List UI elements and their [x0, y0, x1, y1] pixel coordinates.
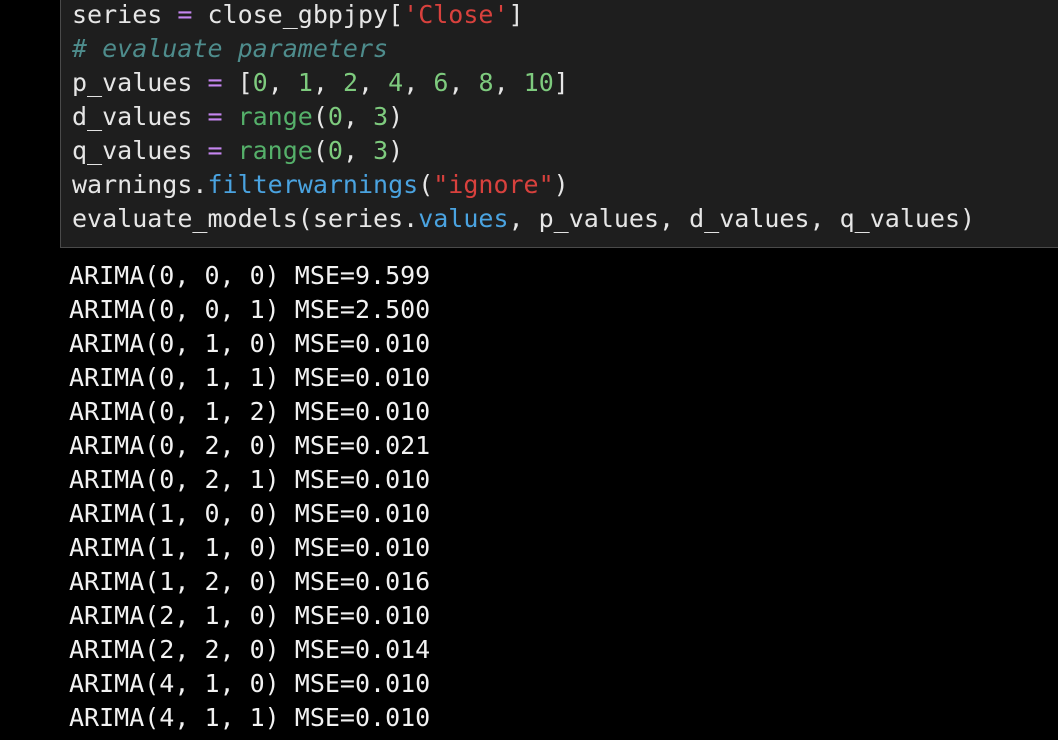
- code-editor[interactable]: series = close_gbpjpy['Close'] # evaluat…: [72, 0, 975, 236]
- number-literal: 6: [433, 68, 449, 97]
- string-literal: 'Close': [403, 0, 509, 29]
- variable: p_values: [72, 68, 193, 97]
- output-line: ARIMA(0, 1, 2) MSE=0.010: [69, 397, 431, 426]
- code-cell[interactable]: series = close_gbpjpy['Close'] # evaluat…: [60, 0, 1058, 248]
- operator: =: [162, 0, 208, 29]
- number-literal: 3: [373, 102, 389, 131]
- number-literal: 1: [297, 68, 313, 97]
- output-line: ARIMA(0, 0, 1) MSE=2.500: [69, 295, 431, 324]
- variable: q_values: [72, 136, 193, 165]
- separator: ,: [403, 68, 434, 97]
- code-line-1: series = close_gbpjpy['Close']: [72, 0, 975, 32]
- paren: ): [553, 170, 569, 199]
- bracket: ]: [553, 68, 569, 97]
- output-line: ARIMA(0, 2, 1) MSE=0.010: [69, 465, 431, 494]
- output-line: ARIMA(1, 0, 0) MSE=0.010: [69, 499, 431, 528]
- builtin-function: range: [237, 102, 313, 131]
- output-line: ARIMA(1, 2, 0) MSE=0.016: [69, 567, 431, 596]
- arguments: , p_values, d_values, q_values): [508, 204, 976, 233]
- bracket: ]: [508, 0, 524, 29]
- number-literal: 0: [252, 68, 268, 97]
- subscript-object: close_gbpjpy[: [207, 0, 404, 29]
- separator: ,: [342, 102, 374, 131]
- output-line: ARIMA(4, 1, 0) MSE=0.010: [69, 669, 431, 698]
- separator: ,: [448, 68, 479, 97]
- operator: =: [192, 136, 238, 165]
- variable: series: [72, 0, 163, 29]
- paren: (: [418, 170, 434, 199]
- output-line: ARIMA(2, 2, 0) MSE=0.014: [69, 635, 431, 664]
- code-line-7: evaluate_models(series.values, p_values,…: [72, 202, 975, 236]
- code-line-6: warnings.filterwarnings("ignore"): [72, 168, 975, 202]
- separator: ,: [342, 136, 374, 165]
- separator: ,: [312, 68, 343, 97]
- separator: ,: [493, 68, 524, 97]
- separator: ,: [267, 68, 298, 97]
- operator: =: [192, 68, 238, 97]
- code-line-5: q_values = range(0, 3): [72, 134, 975, 168]
- number-literal: 3: [373, 136, 389, 165]
- output-line: ARIMA(0, 1, 0) MSE=0.010: [69, 329, 431, 358]
- code-line-3: p_values = [0, 1, 2, 4, 6, 8, 10]: [72, 66, 975, 100]
- output-line: ARIMA(0, 2, 0) MSE=0.021: [69, 431, 431, 460]
- paren: ): [388, 102, 404, 131]
- number-literal: 0: [327, 102, 343, 131]
- paren: ): [388, 136, 404, 165]
- output-line: ARIMA(0, 0, 0) MSE=9.599: [69, 261, 431, 290]
- paren: (: [312, 102, 328, 131]
- output-line: ARIMA(2, 1, 0) MSE=0.010: [69, 601, 431, 630]
- output-line: ARIMA(1, 1, 0) MSE=0.010: [69, 533, 431, 562]
- output-line: ARIMA(4, 1, 1) MSE=0.010: [69, 703, 431, 732]
- output-line: ARIMA(0, 1, 1) MSE=0.010: [69, 363, 431, 392]
- number-literal: 8: [478, 68, 494, 97]
- number-literal: 4: [388, 68, 404, 97]
- function-call: evaluate_models(series.: [72, 204, 419, 233]
- string-literal: "ignore": [433, 170, 554, 199]
- separator: ,: [358, 68, 389, 97]
- bracket: [: [237, 68, 253, 97]
- comment: # evaluate parameters: [72, 34, 389, 63]
- operator: =: [192, 102, 238, 131]
- method: filterwarnings: [207, 170, 419, 199]
- cell-output: ARIMA(0, 0, 0) MSE=9.599 ARIMA(0, 0, 1) M…: [69, 259, 430, 735]
- number-literal: 0: [327, 136, 343, 165]
- code-line-2: # evaluate parameters: [72, 32, 975, 66]
- number-literal: 10: [523, 68, 554, 97]
- code-line-4: d_values = range(0, 3): [72, 100, 975, 134]
- number-literal: 2: [342, 68, 359, 97]
- paren: (: [312, 136, 328, 165]
- variable: d_values: [72, 102, 193, 131]
- attribute: values: [418, 204, 509, 233]
- module: warnings.: [72, 170, 208, 199]
- builtin-function: range: [237, 136, 313, 165]
